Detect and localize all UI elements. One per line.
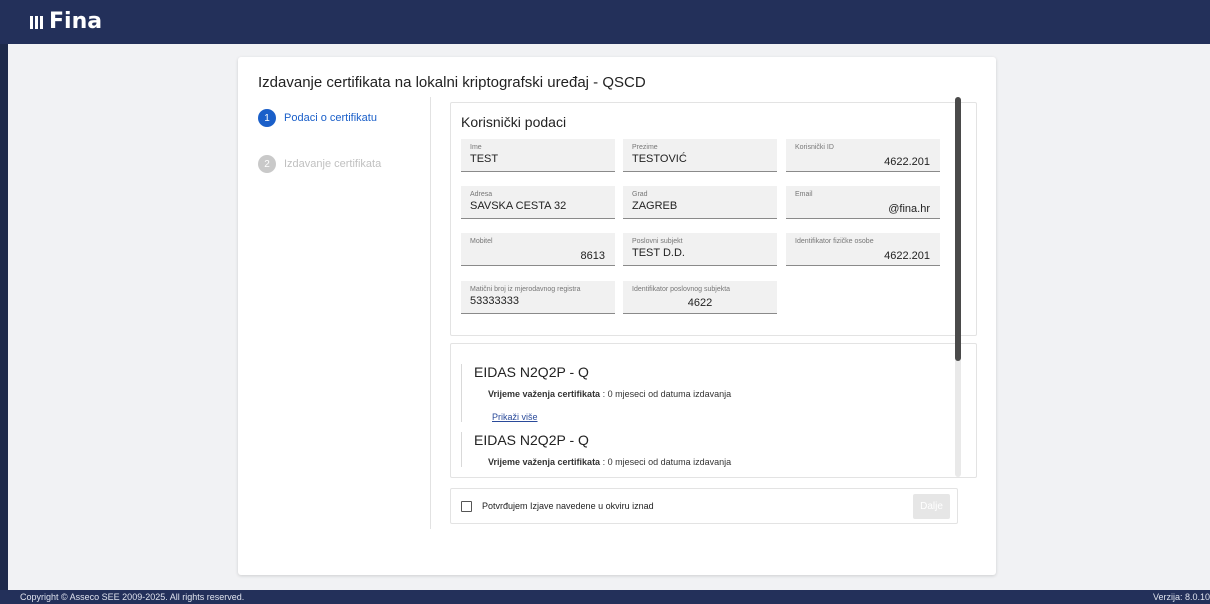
field-value: SAVSKA CESTA 32	[470, 200, 567, 212]
top-bar: Fina	[0, 0, 1210, 44]
email-field[interactable]: Email @fina.hr	[786, 186, 940, 219]
copyright-text: Copyright © Asseco SEE 2009-2025. All ri…	[20, 592, 245, 602]
identifikator-poslovnog-subjekta-field[interactable]: Identifikator poslovnog subjekta 4622	[623, 281, 777, 314]
certificate-title: EIDAS N2Q2P - Q	[474, 364, 589, 380]
logo-text: Fina	[49, 9, 103, 34]
field-value: ZAGREB	[632, 200, 678, 212]
field-label: Identifikator poslovnog subjekta	[632, 286, 731, 293]
content-scrollbar[interactable]	[955, 97, 961, 477]
certificate-title: EIDAS N2Q2P - Q	[474, 432, 589, 448]
field-label: Email	[795, 191, 813, 198]
field-label: Prezime	[632, 144, 658, 151]
certificate-item: EIDAS N2Q2P - Q Vrijeme važenja certifik…	[461, 364, 731, 422]
step-number-badge: 1	[258, 109, 276, 127]
page-title: Izdavanje certifikata na lokalni kriptog…	[258, 74, 646, 91]
show-more-link[interactable]: Prikaži više	[492, 412, 731, 422]
field-value: 4622.201	[884, 156, 930, 168]
step-podaci-o-certifikatu[interactable]: 1 Podaci o certifikatu	[258, 109, 381, 127]
korisnicki-id-field[interactable]: Korisnički ID 4622.201	[786, 139, 940, 172]
field-value: TEST D.D.	[632, 247, 685, 259]
step-number-badge: 2	[258, 155, 276, 173]
user-data-heading: Korisnički podaci	[461, 114, 567, 130]
step-label: Podaci o certifikatu	[284, 112, 377, 124]
confirm-label: Potvrđujem Izjave navedene u okviru izna…	[482, 501, 654, 511]
field-label: Ime	[470, 144, 482, 151]
vertical-divider	[430, 97, 431, 529]
field-label: Grad	[632, 191, 648, 198]
confirm-box: Potvrđujem Izjave navedene u okviru izna…	[450, 488, 958, 524]
field-value: 53333333	[470, 295, 519, 307]
confirm-checkbox[interactable]	[461, 501, 472, 512]
field-label: Matični broj iz mjerodavnog registra	[470, 286, 581, 293]
ime-field[interactable]: Ime TEST	[461, 139, 615, 172]
maticni-broj-field[interactable]: Matični broj iz mjerodavnog registra 533…	[461, 281, 615, 314]
field-value: 8613	[580, 250, 605, 262]
fina-logo[interactable]: Fina	[30, 9, 102, 34]
logo-bars-icon	[30, 15, 43, 29]
user-data-panel: Korisnički podaci Ime TEST Prezime TESTO…	[450, 102, 977, 336]
footer: Copyright © Asseco SEE 2009-2025. All ri…	[0, 590, 1210, 604]
field-label: Korisnički ID	[795, 144, 834, 151]
field-value: TESTOVIĆ	[632, 153, 687, 165]
field-value: @fina.hr	[888, 203, 930, 215]
field-label: Poslovni subjekt	[632, 238, 683, 245]
field-label: Identifikator fizičke osobe	[795, 238, 874, 245]
stepper: 1 Podaci o certifikatu 2 Izdavanje certi…	[258, 109, 381, 201]
field-value: TEST	[470, 153, 499, 165]
validity-value: : 0 mjeseci od datuma izdavanja	[600, 389, 732, 399]
prezime-field[interactable]: Prezime TESTOVIĆ	[623, 139, 777, 172]
mobitel-field[interactable]: Mobitel 8613	[461, 233, 615, 266]
poslovni-subjekt-field[interactable]: Poslovni subjekt TEST D.D.	[623, 233, 777, 266]
next-button[interactable]: Dalje	[913, 494, 950, 519]
main-card: Izdavanje certifikata na lokalni kriptog…	[238, 57, 996, 575]
scrollbar-thumb[interactable]	[955, 97, 961, 361]
version-text: Verzija: 8.0.10	[1152, 592, 1210, 602]
field-label: Adresa	[470, 191, 493, 198]
adresa-field[interactable]: Adresa SAVSKA CESTA 32	[461, 186, 615, 219]
identifikator-fizicke-osobe-field[interactable]: Identifikator fizičke osobe 4622.201	[786, 233, 940, 266]
certificate-item: EIDAS N2Q2P - Q Vrijeme važenja certifik…	[461, 432, 731, 467]
field-value: 4622.201	[884, 250, 930, 262]
certificates-panel: EIDAS N2Q2P - Q Vrijeme važenja certifik…	[450, 343, 977, 478]
certificate-validity: Vrijeme važenja certifikata : 0 mjeseci …	[488, 457, 731, 467]
field-value: 4622	[687, 297, 713, 309]
grad-field[interactable]: Grad ZAGREB	[623, 186, 777, 219]
certificate-validity: Vrijeme važenja certifikata : 0 mjeseci …	[488, 389, 731, 399]
field-label: Mobitel	[470, 238, 493, 245]
step-label: Izdavanje certifikata	[284, 158, 382, 170]
validity-label: Vrijeme važenja certifikata	[488, 457, 601, 467]
validity-value: : 0 mjeseci od datuma izdavanja	[600, 457, 732, 467]
validity-label: Vrijeme važenja certifikata	[488, 389, 601, 399]
step-izdavanje-certifikata: 2 Izdavanje certifikata	[258, 155, 381, 173]
